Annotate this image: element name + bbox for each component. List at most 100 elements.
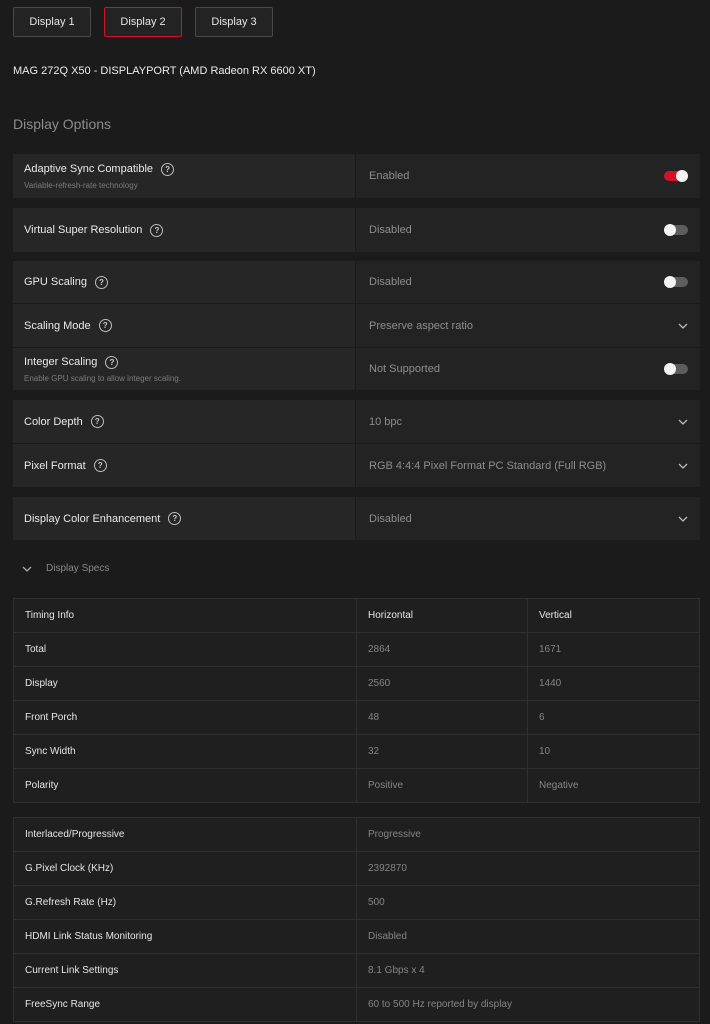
table-cell: Sync Width (13, 734, 357, 769)
table-row: Interlaced/Progressive Progressive (13, 817, 700, 852)
option-label-cell: Display Color Enhancement ? (13, 497, 356, 540)
option-label-cell: Virtual Super Resolution ? (13, 208, 356, 252)
option-value: Disabled (369, 276, 412, 288)
table-cell: G.Refresh Rate (Hz) (13, 885, 357, 920)
toggle-knob (664, 363, 676, 375)
option-value-cell: Enabled (356, 154, 700, 198)
option-gpu-scaling: GPU Scaling ? Disabled (13, 261, 700, 303)
table-cell: 60 to 500 Hz reported by display (356, 987, 700, 1022)
option-label-cell: Integer Scaling ? Enable GPU scaling to … (13, 348, 356, 390)
chevron-down-icon (678, 463, 688, 469)
option-label: Display Color Enhancement (24, 512, 161, 525)
option-value: Enabled (369, 170, 410, 182)
table-cell: Total (13, 632, 357, 667)
option-label: GPU Scaling (24, 276, 87, 288)
timing-table: Timing Info Horizontal Vertical Total 28… (13, 598, 700, 803)
option-value-cell: Disabled (356, 208, 700, 252)
option-label-cell: Pixel Format ? (13, 444, 356, 487)
help-icon[interactable]: ? (161, 162, 175, 176)
help-icon[interactable]: ? (93, 459, 107, 472)
adaptive-sync-toggle[interactable] (664, 170, 688, 182)
option-label: Color Depth (24, 415, 83, 428)
scaling-mode-dropdown[interactable]: Preserve aspect ratio (356, 304, 700, 347)
table-cell: 48 (356, 700, 528, 735)
table-header: Horizontal (356, 598, 528, 633)
table-header-row: Timing Info Horizontal Vertical (13, 598, 700, 633)
option-pixel-format: Pixel Format ? RGB 4:4:4 Pixel Format PC… (13, 444, 700, 487)
vsr-toggle[interactable] (664, 224, 688, 236)
table-cell: 2392870 (356, 851, 700, 886)
option-value: Disabled (369, 512, 412, 525)
help-icon[interactable]: ? (168, 512, 182, 525)
toggle-knob (664, 276, 676, 288)
help-icon[interactable]: ? (150, 223, 164, 237)
table-row: FreeSync Range 60 to 500 Hz reported by … (13, 987, 700, 1022)
table-header: Vertical (527, 598, 700, 633)
option-label-cell: Scaling Mode ? (13, 304, 356, 347)
table-cell: 500 (356, 885, 700, 920)
option-value: Disabled (369, 224, 412, 236)
table-cell: 2560 (356, 666, 528, 701)
chevron-down-icon (678, 516, 688, 522)
tab-display-1[interactable]: Display 1 (13, 7, 91, 37)
table-cell: Progressive (356, 817, 700, 852)
table-cell: Disabled (356, 919, 700, 954)
section-title: Display Options (13, 116, 112, 132)
chevron-down-icon (678, 323, 688, 329)
table-row: Front Porch 48 6 (13, 700, 700, 735)
option-display-color-enhancement: Display Color Enhancement ? Disabled (13, 497, 700, 540)
tab-display-2[interactable]: Display 2 (104, 7, 182, 37)
option-label: Integer Scaling (24, 356, 98, 368)
option-label-cell: GPU Scaling ? (13, 261, 356, 303)
help-icon[interactable]: ? (98, 319, 112, 332)
table-cell: 8.1 Gbps x 4 (356, 953, 700, 988)
option-color-depth: Color Depth ? 10 bpc (13, 400, 700, 443)
option-scaling-mode: Scaling Mode ? Preserve aspect ratio (13, 304, 700, 347)
table-cell: Negative (527, 768, 700, 803)
table-cell: 6 (527, 700, 700, 735)
chevron-down-icon (678, 419, 688, 425)
help-icon[interactable]: ? (105, 355, 119, 369)
option-label-cell: Color Depth ? (13, 400, 356, 443)
table-cell: 1440 (527, 666, 700, 701)
option-label: Pixel Format (24, 459, 86, 472)
device-name: MAG 272Q X50 - DISPLAYPORT (AMD Radeon R… (13, 65, 316, 77)
table-cell: Polarity (13, 768, 357, 803)
help-icon[interactable]: ? (94, 275, 108, 289)
option-value: RGB 4:4:4 Pixel Format PC Standard (Full… (369, 459, 607, 472)
option-value: Preserve aspect ratio (369, 319, 473, 332)
option-label-cell: Adaptive Sync Compatible ? Variable-refr… (13, 154, 356, 198)
option-integer-scaling: Integer Scaling ? Enable GPU scaling to … (13, 348, 700, 390)
table-row: Sync Width 32 10 (13, 734, 700, 769)
display-specs-toggle[interactable]: Display Specs (22, 563, 109, 574)
chevron-down-icon (22, 566, 32, 572)
table-cell: G.Pixel Clock (KHz) (13, 851, 357, 886)
table-row: Polarity Positive Negative (13, 768, 700, 803)
display-specs-label: Display Specs (46, 563, 110, 574)
pixel-format-dropdown[interactable]: RGB 4:4:4 Pixel Format PC Standard (Full… (356, 444, 700, 487)
table-cell: Current Link Settings (13, 953, 357, 988)
table-row: Current Link Settings 8.1 Gbps x 4 (13, 953, 700, 988)
option-adaptive-sync: Adaptive Sync Compatible ? Variable-refr… (13, 154, 700, 198)
option-label: Adaptive Sync Compatible (24, 163, 154, 175)
tab-display-3[interactable]: Display 3 (195, 7, 273, 37)
table-cell: 2864 (356, 632, 528, 667)
integer-scaling-toggle[interactable] (664, 363, 688, 375)
option-value: Not Supported (369, 363, 440, 375)
color-enhancement-dropdown[interactable]: Disabled (356, 497, 700, 540)
table-cell: 1671 (527, 632, 700, 667)
table-cell: 32 (356, 734, 528, 769)
table-cell: FreeSync Range (13, 987, 357, 1022)
gpu-scaling-toggle[interactable] (664, 276, 688, 288)
info-table: Interlaced/Progressive Progressive G.Pix… (13, 817, 700, 1022)
option-sublabel: Variable-refresh-rate technology (24, 180, 138, 190)
color-depth-dropdown[interactable]: 10 bpc (356, 400, 700, 443)
option-sublabel: Enable GPU scaling to allow integer scal… (24, 373, 181, 383)
table-row: Total 2864 1671 (13, 632, 700, 667)
table-row: G.Refresh Rate (Hz) 500 (13, 885, 700, 920)
table-cell: Front Porch (13, 700, 357, 735)
table-row: Display 2560 1440 (13, 666, 700, 701)
help-icon[interactable]: ? (90, 415, 104, 428)
table-row: HDMI Link Status Monitoring Disabled (13, 919, 700, 954)
option-label: Virtual Super Resolution (24, 224, 143, 236)
